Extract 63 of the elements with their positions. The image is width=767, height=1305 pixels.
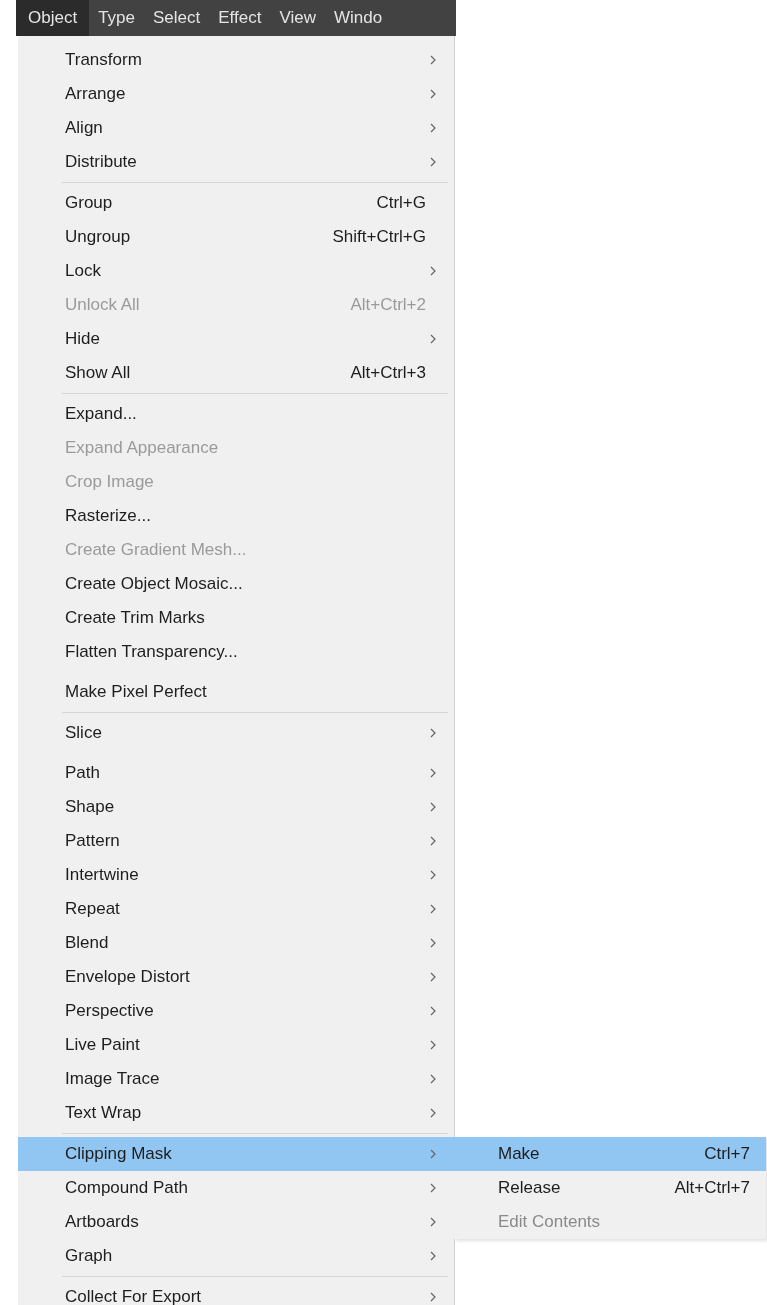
menu-item[interactable]: Make Pixel Perfect [18,675,454,709]
chevron-right-icon [430,334,436,344]
menu-item[interactable]: Ungroup Shift+Ctrl+G [18,220,454,254]
menu-item[interactable]: Perspective [18,994,454,1028]
menu-item[interactable]: Transform [18,43,454,77]
menu-item[interactable]: Arrange [18,77,454,111]
menu-item[interactable]: Text Wrap [18,1096,454,1130]
chevron-right-icon [430,1074,436,1084]
menu-item[interactable]: Shape [18,790,454,824]
menu-item[interactable]: Slice [18,716,454,750]
menu-item[interactable]: Create Trim Marks [18,601,454,635]
menu-item[interactable]: Graph [18,1239,454,1273]
menu-item[interactable]: Release Alt+Ctrl+7 [454,1171,766,1205]
menu-bar-item[interactable]: Select [144,0,210,36]
menu-item[interactable]: Align [18,111,454,145]
chevron-right-icon [430,1183,436,1193]
menu-item[interactable]: Intertwine [18,858,454,892]
menu-item[interactable]: Flatten Transparency... [18,635,454,669]
menu-item[interactable]: Image Trace [18,1062,454,1096]
chevron-right-icon [430,768,436,778]
menu-item[interactable]: Lock [18,254,454,288]
menu-bar-item[interactable]: Effect [209,0,271,36]
menu-bar-item[interactable]: View [270,0,325,36]
chevron-right-icon [430,157,436,167]
chevron-right-icon [430,938,436,948]
chevron-right-icon [430,836,436,846]
chevron-right-icon [430,802,436,812]
menu-item[interactable]: Collect For Export [18,1280,454,1305]
chevron-right-icon [430,728,436,738]
menu-item[interactable]: Path [18,756,454,790]
menu-item[interactable]: Clipping Mask [18,1137,454,1171]
chevron-right-icon [430,89,436,99]
chevron-right-icon [430,904,436,914]
menu-item[interactable]: Live Paint [18,1028,454,1062]
chevron-right-icon [430,972,436,982]
menu-item[interactable]: Compound Path [18,1171,454,1205]
chevron-right-icon [430,1251,436,1261]
menu-item[interactable]: Rasterize... [18,499,454,533]
menu-bar-item[interactable]: Type [89,0,144,36]
menu-item[interactable]: Show All Alt+Ctrl+3 [18,356,454,390]
menu-item[interactable]: Group Ctrl+G [18,186,454,220]
chevron-right-icon [430,1149,436,1159]
chevron-right-icon [430,1217,436,1227]
menu-item[interactable]: Expand... [18,397,454,431]
menu-bar-item[interactable]: Object [16,0,90,36]
menu-item[interactable]: Create Object Mosaic... [18,567,454,601]
menu-item[interactable]: Hide [18,322,454,356]
menu-bar-item[interactable]: Windo [324,0,392,36]
chevron-right-icon [430,1040,436,1050]
menu-item[interactable]: Envelope Distort [18,960,454,994]
chevron-right-icon [430,123,436,133]
chevron-right-icon [430,1006,436,1016]
menu-item[interactable]: Distribute [18,145,454,179]
menu-item[interactable]: Repeat [18,892,454,926]
chevron-right-icon [430,870,436,880]
menu-item[interactable]: Blend [18,926,454,960]
menu-item[interactable]: Make Ctrl+7 [454,1137,766,1171]
menu-item[interactable]: Pattern [18,824,454,858]
chevron-right-icon [430,1292,436,1302]
menu-item[interactable]: Artboards [18,1205,454,1239]
chevron-right-icon [430,55,436,65]
chevron-right-icon [430,266,436,276]
chevron-right-icon [430,1108,436,1118]
